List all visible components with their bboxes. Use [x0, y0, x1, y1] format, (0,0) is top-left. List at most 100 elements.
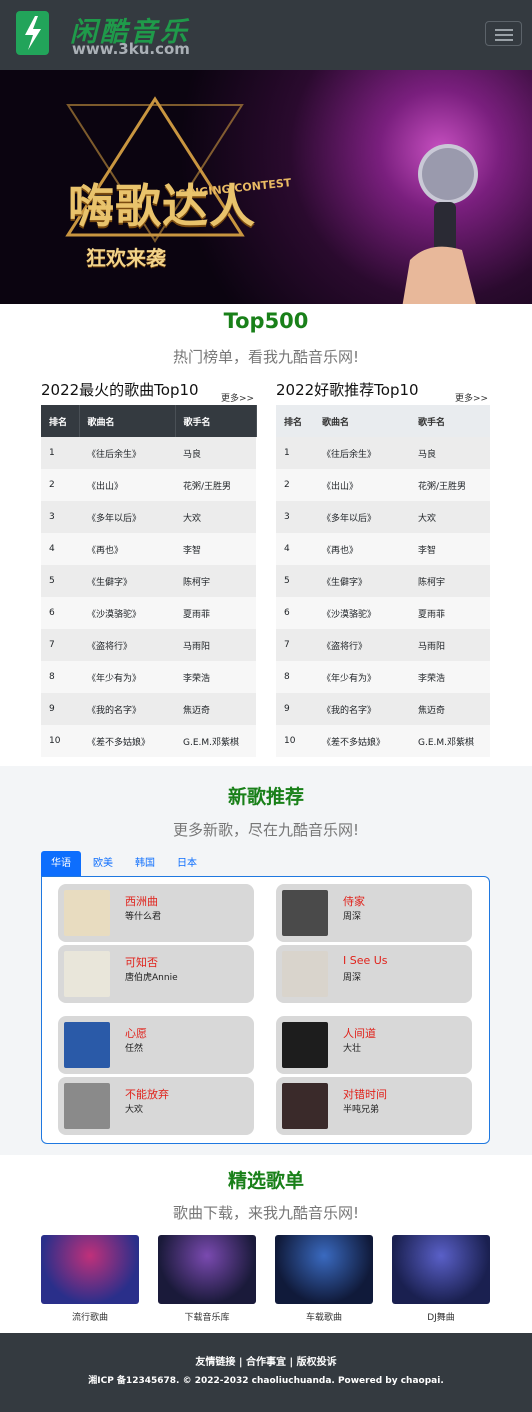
- song-artist: 半吨兄弟: [343, 1105, 380, 1115]
- song-cell[interactable]: 《出山》: [314, 469, 410, 501]
- table-row[interactable]: 2 《出山》 花粥/王胜男: [41, 469, 256, 501]
- song-cell[interactable]: 《再也》: [314, 533, 410, 565]
- playlist-label[interactable]: 车载歌曲: [275, 1310, 373, 1323]
- col-rank: 排名: [276, 405, 314, 437]
- playlist-label[interactable]: DJ舞曲: [392, 1310, 490, 1323]
- col-rank: 排名: [41, 405, 80, 437]
- playlist-cover[interactable]: [275, 1235, 373, 1304]
- artist-cell: 李荣浩: [175, 661, 256, 693]
- song-cell[interactable]: 《往后余生》: [79, 437, 175, 469]
- song-card[interactable]: 心愿 任然: [58, 1016, 254, 1074]
- song-title[interactable]: I See Us: [343, 954, 388, 967]
- song-cell[interactable]: 《盗将行》: [314, 629, 410, 661]
- table-row[interactable]: 5 《生僻字》 陈柯宇: [276, 565, 490, 597]
- logo-icon[interactable]: [16, 11, 49, 55]
- table-row[interactable]: 5 《生僻字》 陈柯宇: [41, 565, 256, 597]
- table-row[interactable]: 1 《往后余生》 马良: [276, 437, 490, 469]
- artist-cell: 夏雨菲: [410, 597, 490, 629]
- album-cover[interactable]: [64, 1022, 110, 1068]
- song-title[interactable]: 侍家: [343, 893, 365, 909]
- song-cell[interactable]: 《沙漠骆驼》: [79, 597, 175, 629]
- song-card[interactable]: I See Us 周深: [276, 945, 472, 1003]
- song-cell[interactable]: 《盗将行》: [79, 629, 175, 661]
- album-cover[interactable]: [282, 1083, 328, 1129]
- song-card[interactable]: 人间道 大壮: [276, 1016, 472, 1074]
- song-title[interactable]: 不能放弃: [125, 1086, 169, 1102]
- song-cell[interactable]: 《再也》: [79, 533, 175, 565]
- song-cell[interactable]: 《多年以后》: [79, 501, 175, 533]
- menu-toggle-button[interactable]: [485, 21, 522, 46]
- song-card[interactable]: 对错时间 半吨兄弟: [276, 1077, 472, 1135]
- chart-left-more-link[interactable]: 更多>>: [221, 391, 254, 404]
- song-cell[interactable]: 《出山》: [79, 469, 175, 501]
- table-row[interactable]: 9 《我的名字》 焦迈奇: [276, 693, 490, 725]
- song-title[interactable]: 人间道: [343, 1025, 376, 1041]
- playlist-label[interactable]: 下载音乐库: [158, 1310, 256, 1323]
- song-title[interactable]: 可知否: [125, 954, 158, 970]
- song-cell[interactable]: 《多年以后》: [314, 501, 410, 533]
- album-cover[interactable]: [64, 890, 110, 936]
- table-row[interactable]: 10 《差不多姑娘》 G.E.M.邓紫棋: [41, 725, 256, 757]
- song-card[interactable]: 侍家 周深: [276, 884, 472, 942]
- album-cover[interactable]: [64, 1083, 110, 1129]
- table-row[interactable]: 3 《多年以后》 大欢: [276, 501, 490, 533]
- artist-cell: 夏雨菲: [175, 597, 256, 629]
- tab-japanese[interactable]: 日本: [167, 851, 207, 876]
- table-row[interactable]: 8 《年少有为》 李荣浩: [41, 661, 256, 693]
- table-row[interactable]: 4 《再也》 李智: [276, 533, 490, 565]
- song-cell[interactable]: 《差不多姑娘》: [79, 725, 175, 757]
- album-cover[interactable]: [282, 1022, 328, 1068]
- rank-cell: 9: [276, 693, 314, 725]
- song-title[interactable]: 对错时间: [343, 1086, 387, 1102]
- table-row[interactable]: 7 《盗将行》 马雨阳: [41, 629, 256, 661]
- playlist-label[interactable]: 流行歌曲: [41, 1310, 139, 1323]
- rank-cell: 1: [41, 437, 79, 469]
- song-cell[interactable]: 《年少有为》: [79, 661, 175, 693]
- song-cell[interactable]: 《沙漠骆驼》: [314, 597, 410, 629]
- artist-cell: 花粥/王胜男: [175, 469, 256, 501]
- table-row[interactable]: 3 《多年以后》 大欢: [41, 501, 256, 533]
- table-row[interactable]: 9 《我的名字》 焦迈奇: [41, 693, 256, 725]
- song-cell[interactable]: 《生僻字》: [79, 565, 175, 597]
- tab-chinese[interactable]: 华语: [41, 851, 81, 876]
- album-cover[interactable]: [64, 951, 110, 997]
- footer-links[interactable]: 友情链接 | 合作事宜 | 版权投诉: [0, 1353, 532, 1368]
- top500-subtitle: 热门榜单，看我九酷音乐网!: [172, 348, 359, 366]
- table-row[interactable]: 8 《年少有为》 李荣浩: [276, 661, 490, 693]
- song-cell[interactable]: 《年少有为》: [314, 661, 410, 693]
- song-cell[interactable]: 《我的名字》: [79, 693, 175, 725]
- song-artist: 唐伯虎Annie: [125, 973, 178, 983]
- table-row[interactable]: 6 《沙漠骆驼》 夏雨菲: [41, 597, 256, 629]
- song-title[interactable]: 心愿: [125, 1025, 147, 1041]
- banner-headline: 嗨歌达人: [68, 179, 256, 233]
- table-row[interactable]: 1 《往后余生》 马良: [41, 437, 256, 469]
- song-title[interactable]: 西洲曲: [125, 893, 158, 909]
- artist-cell: 李智: [175, 533, 256, 565]
- song-cell[interactable]: 《往后余生》: [314, 437, 410, 469]
- table-row[interactable]: 10 《差不多姑娘》 G.E.M.邓紫棋: [276, 725, 490, 757]
- table-row[interactable]: 7 《盗将行》 马雨阳: [276, 629, 490, 661]
- song-card[interactable]: 可知否唐伯虎Annie: [58, 945, 254, 1003]
- tab-western[interactable]: 欧美: [83, 851, 123, 876]
- song-cell[interactable]: 《我的名字》: [314, 693, 410, 725]
- artist-cell: 马雨阳: [410, 629, 490, 661]
- tab-korean[interactable]: 韩国: [125, 851, 165, 876]
- artist-cell: 陈柯宇: [175, 565, 256, 597]
- rank-cell: 2: [41, 469, 79, 501]
- song-card[interactable]: 西洲曲 等什么君: [58, 884, 254, 942]
- song-cell[interactable]: 《生僻字》: [314, 565, 410, 597]
- playlist-cover[interactable]: [158, 1235, 256, 1304]
- col-artist: 歌手名: [175, 405, 257, 437]
- table-row[interactable]: 4 《再也》 李智: [41, 533, 256, 565]
- table-row[interactable]: 6 《沙漠骆驼》 夏雨菲: [276, 597, 490, 629]
- hero-banner[interactable]: SINGING CONTEST 嗨歌达人 狂欢来袭: [0, 70, 532, 304]
- playlist-cover[interactable]: [41, 1235, 139, 1304]
- table-row[interactable]: 2 《出山》 花粥/王胜男: [276, 469, 490, 501]
- album-cover[interactable]: [282, 951, 328, 997]
- album-cover[interactable]: [282, 890, 328, 936]
- playlists-title: 精选歌单: [227, 1170, 304, 1192]
- playlist-cover[interactable]: [392, 1235, 490, 1304]
- song-card[interactable]: 不能放弃 大欢: [58, 1077, 254, 1135]
- chart-right-more-link[interactable]: 更多>>: [455, 391, 488, 404]
- song-cell[interactable]: 《差不多姑娘》: [314, 725, 410, 757]
